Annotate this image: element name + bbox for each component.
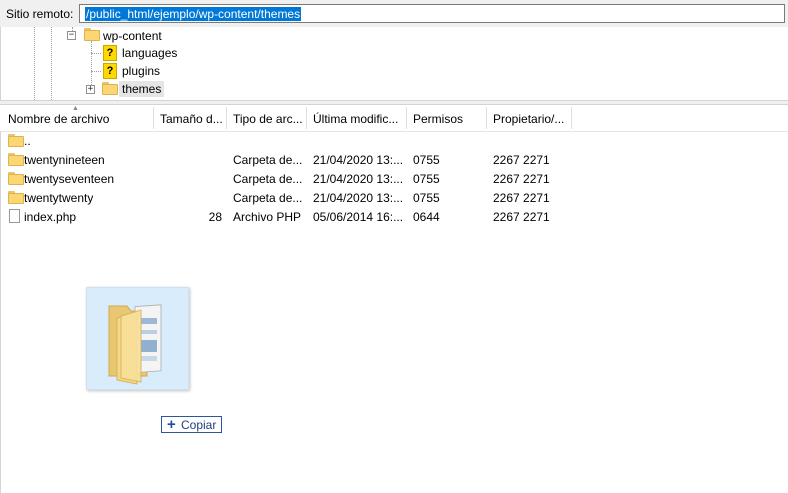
file-name: twentynineteen xyxy=(24,153,105,167)
tree-item-label: themes xyxy=(119,81,165,97)
file-owner: 2267 2271 xyxy=(493,172,550,186)
tree-guide-line xyxy=(91,53,101,54)
unknown-folder-icon: ? xyxy=(103,63,117,79)
column-divider[interactable] xyxy=(306,107,307,129)
file-row[interactable]: twentynineteen Carpeta de... 21/04/2020 … xyxy=(0,150,788,169)
column-divider[interactable] xyxy=(153,107,154,129)
file-name: twentytwenty xyxy=(24,191,94,205)
column-header-permissions[interactable]: Permisos xyxy=(413,112,485,126)
file-permissions: 0755 xyxy=(413,191,440,205)
tree-guide-line xyxy=(34,27,35,100)
column-header-modified[interactable]: Última modific... xyxy=(313,112,405,126)
sort-ascending-icon: ▲ xyxy=(72,105,79,112)
column-divider[interactable] xyxy=(571,107,572,129)
folder-stack-icon xyxy=(108,304,162,385)
unknown-folder-icon: ? xyxy=(103,45,117,61)
drag-preview xyxy=(86,287,189,390)
remote-directory-tree[interactable]: − wp-content ? languages ? plugins + the… xyxy=(0,27,788,100)
file-type: Carpeta de... xyxy=(233,191,303,205)
folder-icon xyxy=(84,28,100,41)
file-name: .. xyxy=(24,134,31,148)
file-owner: 2267 2271 xyxy=(493,191,550,205)
file-permissions: 0644 xyxy=(413,210,440,224)
tree-item-label: plugins xyxy=(122,64,161,78)
column-header-size[interactable]: Tamaño d... xyxy=(160,112,224,126)
file-modified: 21/04/2020 13:... xyxy=(313,172,404,186)
remote-path-text: /public_html/ejemplo/wp-content/themes xyxy=(85,7,302,21)
remote-site-label: Sitio remoto: xyxy=(6,7,74,21)
column-header-name[interactable]: Nombre de archivo xyxy=(8,112,154,126)
column-divider[interactable] xyxy=(406,107,407,129)
remote-site-bar: Sitio remoto: /public_html/ejemplo/wp-co… xyxy=(0,0,788,28)
column-header-owner[interactable]: Propietario/... xyxy=(493,112,569,126)
file-owner: 2267 2271 xyxy=(493,210,550,224)
file-type: Archivo PHP xyxy=(233,210,302,224)
folder-icon xyxy=(8,191,24,204)
file-modified: 05/06/2014 16:... xyxy=(313,210,404,224)
tree-guide-line xyxy=(51,27,52,100)
file-size: 28 xyxy=(208,210,222,224)
file-row[interactable]: index.php 28 Archivo PHP 05/06/2014 16:.… xyxy=(0,207,788,226)
file-type: Carpeta de... xyxy=(233,153,303,167)
folder-icon xyxy=(8,172,24,185)
drag-copy-tooltip: + Copiar xyxy=(161,416,222,433)
file-type: Carpeta de... xyxy=(233,172,303,186)
file-modified: 21/04/2020 13:... xyxy=(313,153,404,167)
file-list-header: ▲ Nombre de archivo Tamaño d... Tipo de … xyxy=(0,105,788,132)
folder-icon xyxy=(102,82,118,95)
plus-icon: + xyxy=(167,416,176,433)
column-divider[interactable] xyxy=(226,107,227,129)
folder-icon xyxy=(8,134,24,147)
file-row[interactable]: twentytwenty Carpeta de... 21/04/2020 13… xyxy=(0,188,788,207)
file-name: twentyseventeen xyxy=(24,172,115,186)
remote-path-input[interactable]: /public_html/ejemplo/wp-content/themes xyxy=(79,4,785,23)
file-modified: 21/04/2020 13:... xyxy=(313,191,404,205)
column-header-type[interactable]: Tipo de arc... xyxy=(233,112,303,126)
tree-item-label: languages xyxy=(122,46,178,60)
file-permissions: 0755 xyxy=(413,153,440,167)
expand-icon[interactable]: + xyxy=(86,85,95,94)
file-row[interactable]: .. xyxy=(0,131,788,150)
file-row[interactable]: twentyseventeen Carpeta de... 21/04/2020… xyxy=(0,169,788,188)
file-owner: 2267 2271 xyxy=(493,153,550,167)
tree-guide-line xyxy=(91,71,101,72)
column-divider[interactable] xyxy=(486,107,487,129)
tree-item-label: wp-content xyxy=(103,29,162,43)
folder-icon xyxy=(8,153,24,166)
drag-copy-label: Copiar xyxy=(181,418,217,432)
collapse-icon[interactable]: − xyxy=(67,31,76,40)
file-permissions: 0755 xyxy=(413,172,440,186)
file-name: index.php xyxy=(24,210,77,224)
file-icon xyxy=(9,209,20,223)
